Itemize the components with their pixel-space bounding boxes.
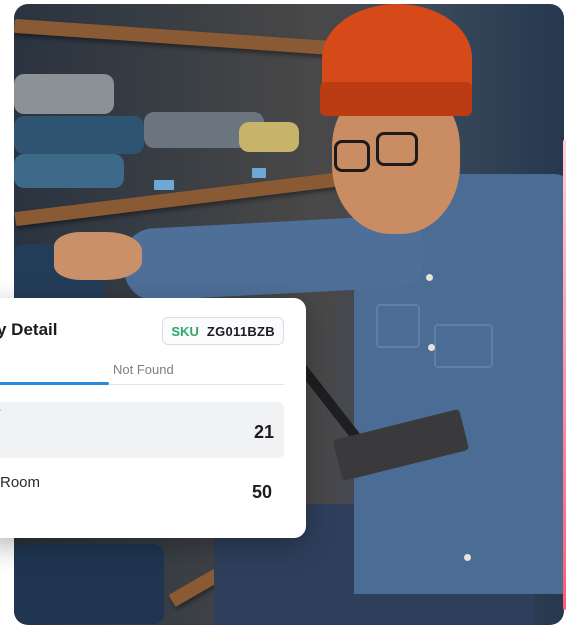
sku-label: SKU [171,323,199,339]
glasses [334,140,370,172]
folded-jeans [14,116,144,154]
shirt-pocket [376,304,420,348]
accent-line [563,140,566,610]
folded-jeans [14,154,124,188]
inventory-detail-card: ory Detail SKU ZG011BZB Not Found / 21 R… [0,298,306,538]
shirt-pocket [434,324,493,368]
sku-badge: SKU ZG011BZB [162,317,284,345]
shirt-button [426,274,433,281]
price-tag [252,168,266,178]
tab-not-found[interactable]: Not Found [113,362,174,377]
beanie-rib [320,82,472,116]
row-label: Room [0,474,41,491]
sku-value: ZG011BZB [206,323,275,339]
card-title: ory Detail [0,320,58,339]
person-hand [54,232,142,280]
tab-active-indicator[interactable] [0,382,109,385]
glasses [376,132,418,166]
shirt-button [464,554,471,561]
tab-bar: Not Found [0,360,284,385]
shirt-button [428,344,435,351]
folded-shirts [239,122,299,152]
price-tag [154,180,174,190]
row-count: 50 [251,482,272,502]
shelf-top [14,18,335,56]
folded-jeans [14,544,164,624]
inventory-row[interactable]: / 21 [0,402,284,458]
inventory-row[interactable]: Room 50 [0,466,284,522]
row-count: 21 [253,422,274,442]
folded-jeans [14,74,114,114]
